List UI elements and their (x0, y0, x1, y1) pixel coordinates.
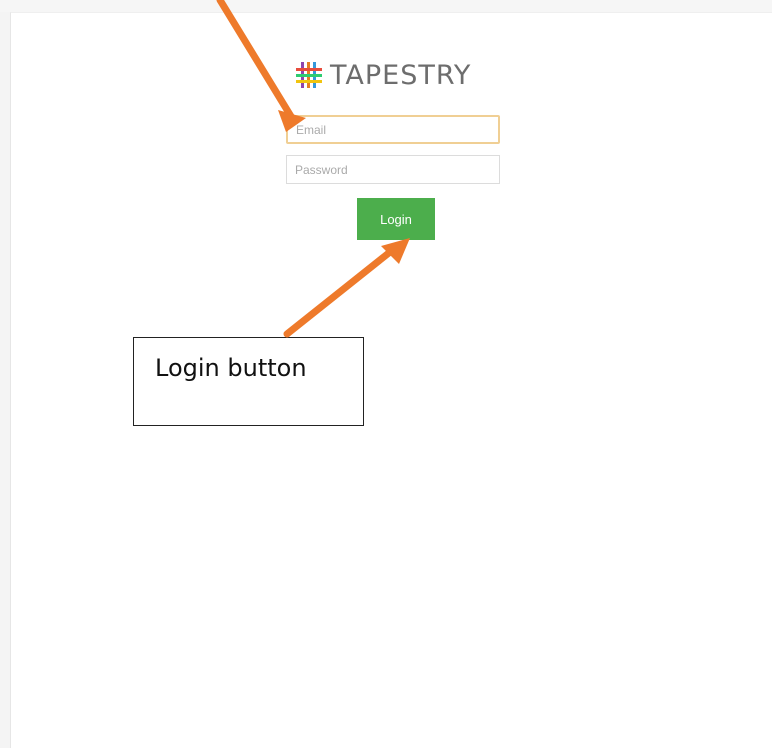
password-field[interactable] (286, 155, 500, 184)
logo-text: TAPESTRY (330, 59, 472, 91)
annotation-label: Login button (155, 354, 307, 382)
top-strip (0, 0, 772, 12)
tapestry-logo: TAPESTRY (296, 58, 471, 92)
annotation-callout-box: Login button (133, 337, 364, 426)
page: TAPESTRY Login Login button (0, 0, 772, 748)
tapestry-hash-icon (296, 62, 322, 88)
email-field[interactable] (286, 115, 500, 144)
login-button[interactable]: Login (357, 198, 435, 240)
